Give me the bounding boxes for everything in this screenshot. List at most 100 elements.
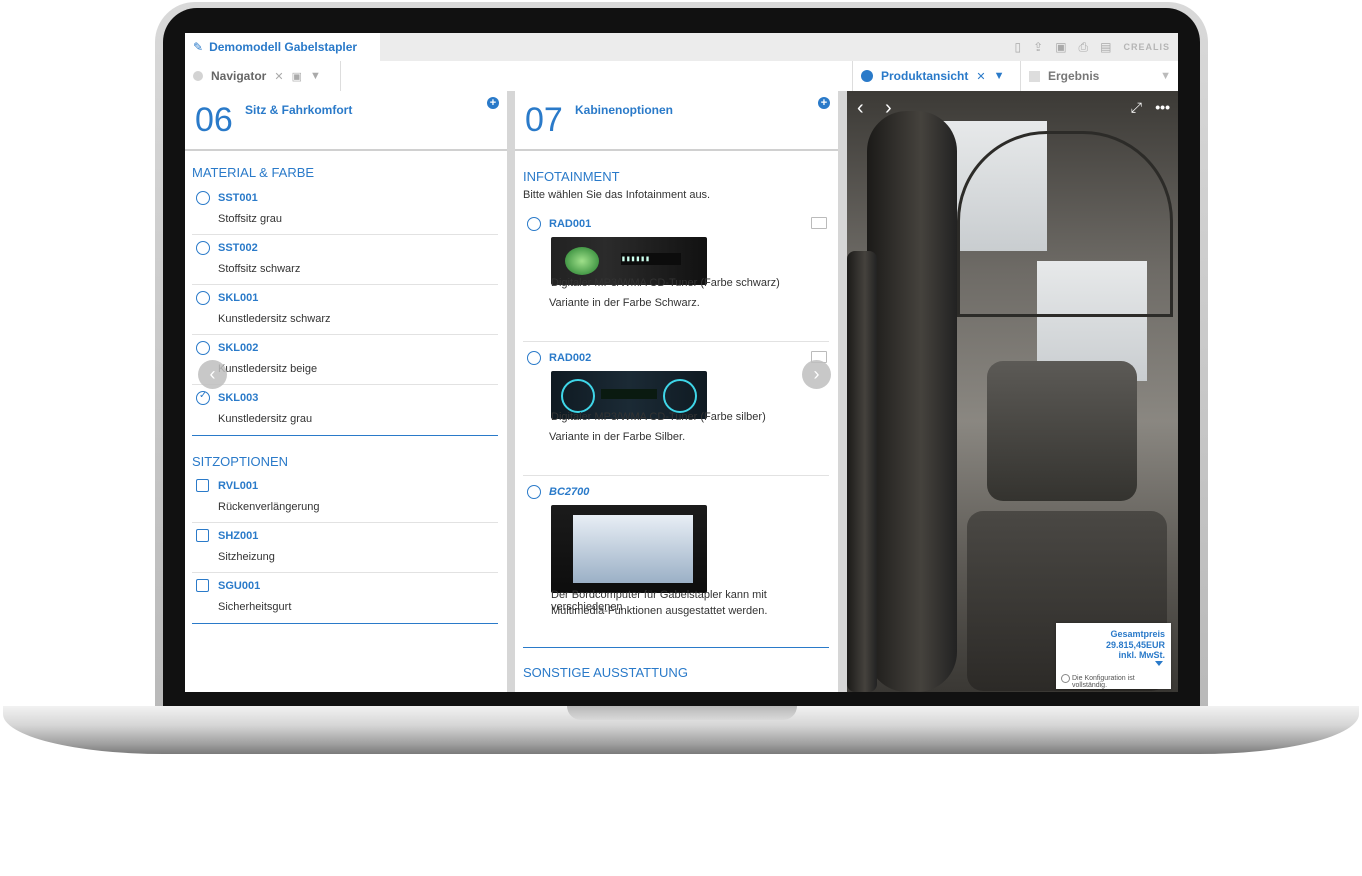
panel-bar: Navigator ✕ ▣ ▼ Produktansicht ✕ ▼ Ergeb…: [185, 61, 1178, 92]
option-description: Stoffsitz grau: [218, 213, 282, 225]
checkbox[interactable]: [196, 579, 209, 592]
radio-button[interactable]: [527, 485, 541, 499]
option-code: RAD001: [549, 218, 592, 230]
open-icon[interactable]: ⇪: [1033, 40, 1043, 54]
price-tax: inkl. MwSt.: [1118, 650, 1165, 660]
option-code: SST002: [218, 242, 258, 254]
new-document-icon[interactable]: ▯: [1015, 40, 1022, 54]
radio-button[interactable]: [196, 241, 210, 255]
check-icon: [1061, 674, 1070, 683]
option-code: SST001: [218, 192, 258, 204]
section-title-seat-options: SITZOPTIONEN: [192, 454, 289, 469]
option-item[interactable]: SKL002 Kunstledersitz beige: [192, 334, 498, 385]
more-icon[interactable]: •••: [1155, 99, 1170, 115]
section-divider: [523, 647, 829, 648]
option-item[interactable]: RAD001 ▮▮▮▮▮▮ Digitaler MP3/WMA CD-Tuner…: [523, 217, 829, 342]
radio-button[interactable]: [527, 351, 541, 365]
cabin-glass: [957, 131, 1173, 317]
tab-product-view[interactable]: Produktansicht ✕ ▼: [852, 61, 1021, 91]
option-item[interactable]: SGU001 Sicherheitsgurt: [192, 572, 498, 622]
option-description: Stoffsitz schwarz: [218, 263, 301, 275]
top-bar: ✎ Demomodell Gabelstapler ▯ ⇪ ▣ ⎙ ▤ CREA…: [185, 33, 1178, 61]
cabin-pillar-left: [847, 251, 877, 692]
print-icon[interactable]: ⎙: [1079, 40, 1089, 55]
laptop-notch: [567, 706, 797, 720]
tab-navigator[interactable]: Navigator ✕ ▣ ▼: [185, 61, 341, 91]
carousel-prev-button[interactable]: ‹: [198, 360, 227, 389]
option-description: Sicherheitsgurt: [218, 601, 292, 613]
option-description: Kunstledersitz grau: [218, 413, 313, 425]
option-description: Kunstledersitz schwarz: [218, 313, 331, 325]
option-description: Rückenverlängerung: [218, 501, 320, 513]
option-code: SKL002: [218, 342, 259, 354]
option-description: Digitaler MP3/WMA CD-Tuner (Farbe schwar…: [551, 277, 780, 289]
checkbox[interactable]: [196, 479, 209, 492]
price-box[interactable]: Gesamtpreis 29.815,45EUR inkl. MwSt. Die…: [1056, 623, 1171, 689]
radio-button[interactable]: [196, 341, 210, 355]
fullscreen-icon[interactable]: ⤢: [1131, 99, 1142, 116]
option-item[interactable]: SST001 Stoffsitz grau: [192, 184, 498, 235]
pin-icon[interactable]: ✕: [274, 70, 283, 83]
option-code: SHZ001: [218, 530, 259, 542]
chevron-down-icon[interactable]: ▼: [1160, 70, 1171, 82]
app-screen: ✎ Demomodell Gabelstapler ▯ ⇪ ▣ ⎙ ▤ CREA…: [185, 33, 1178, 692]
radio-button[interactable]: [196, 291, 210, 305]
seat: [987, 361, 1137, 501]
option-item[interactable]: SKL001 Kunstledersitz schwarz: [192, 284, 498, 335]
section-title-infotainment: INFOTAINMENT: [523, 169, 620, 184]
add-icon[interactable]: +: [487, 97, 499, 109]
chevron-left-icon[interactable]: ‹: [857, 97, 864, 120]
folder-icon[interactable]: [811, 217, 827, 229]
option-item[interactable]: BC2700 Der Bordcomputer für Gabelstapler…: [523, 485, 829, 625]
option-item[interactable]: RVL001 Rückenverlängerung: [192, 472, 498, 523]
option-description: Sitzheizung: [218, 551, 275, 563]
section-subtitle: Bitte wählen Sie das Infotainment aus.: [523, 189, 711, 201]
navigator-label: Navigator: [211, 69, 267, 83]
save-icon[interactable]: ▣: [1055, 40, 1066, 54]
tab-result[interactable]: Ergebnis ▼: [1020, 61, 1178, 91]
chevron-down-icon[interactable]: ▼: [310, 70, 321, 82]
radio-button[interactable]: [196, 191, 210, 205]
price-value: 29.815,45EUR: [1105, 640, 1165, 650]
option-code: RAD002: [549, 352, 592, 364]
result-label: Ergebnis: [1048, 69, 1100, 83]
column-header: 06 Sitz & Fahrkomfort +: [185, 91, 507, 151]
navigator-icon: [193, 71, 203, 81]
option-variant: Variante in der Farbe Silber.: [549, 431, 686, 443]
option-item[interactable]: SHZ001 Sitzheizung: [192, 522, 498, 573]
brand-logo: CREALIS: [1123, 42, 1170, 52]
pdf-icon[interactable]: ▤: [1100, 40, 1111, 54]
option-code: SKL003: [218, 392, 259, 404]
document-tab[interactable]: ✎ Demomodell Gabelstapler: [185, 33, 380, 61]
toolbar: ▯ ⇪ ▣ ⎙ ▤ CREALIS: [1015, 33, 1170, 61]
section-title-material: MATERIAL & FARBE: [192, 165, 315, 180]
option-code: BC2700: [549, 486, 590, 498]
carousel-next-button[interactable]: ›: [802, 360, 831, 389]
checkbox[interactable]: [196, 529, 209, 542]
eye-icon: [861, 70, 873, 82]
product-3d-view[interactable]: ‹ › ⤢ ••• Gesamtpreis 29.815,45EUR inkl.…: [847, 91, 1178, 692]
option-item[interactable]: RAD002 Digitaler MP3/WMA CD-Tuner (Farbe…: [523, 351, 829, 476]
product-view-label: Produktansicht: [881, 69, 969, 83]
cabin-pillar: [867, 111, 957, 692]
add-icon[interactable]: +: [818, 97, 830, 109]
option-code: SGU001: [218, 580, 261, 592]
option-item-selected[interactable]: SKL003 Kunstledersitz grau: [192, 384, 498, 434]
pin-icon[interactable]: ✕: [976, 70, 985, 83]
layout-icon[interactable]: ▣: [292, 70, 302, 83]
option-item[interactable]: SST002 Stoffsitz schwarz: [192, 234, 498, 285]
option-description-line2: Multimedia-Funktionen ausgestattet werde…: [551, 605, 768, 617]
chevron-down-icon[interactable]: ▼: [994, 70, 1005, 82]
section-title-other: SONSTIGE AUSSTATTUNG: [523, 665, 688, 680]
chevron-right-icon[interactable]: ›: [885, 97, 892, 120]
radio-button-checked[interactable]: [196, 390, 210, 405]
option-description: Kunstledersitz beige: [218, 363, 318, 375]
category-title: Sitz & Fahrkomfort: [245, 103, 353, 117]
category-number: 07: [525, 101, 563, 139]
option-code: RVL001: [218, 480, 259, 492]
category-column-cabin: 07 Kabinenoptionen + INFOTAINMENT Bitte …: [515, 91, 838, 692]
section-divider: [192, 623, 498, 624]
radio-button[interactable]: [527, 217, 541, 231]
column-divider: [507, 91, 515, 692]
chevron-down-icon[interactable]: [1155, 661, 1163, 666]
